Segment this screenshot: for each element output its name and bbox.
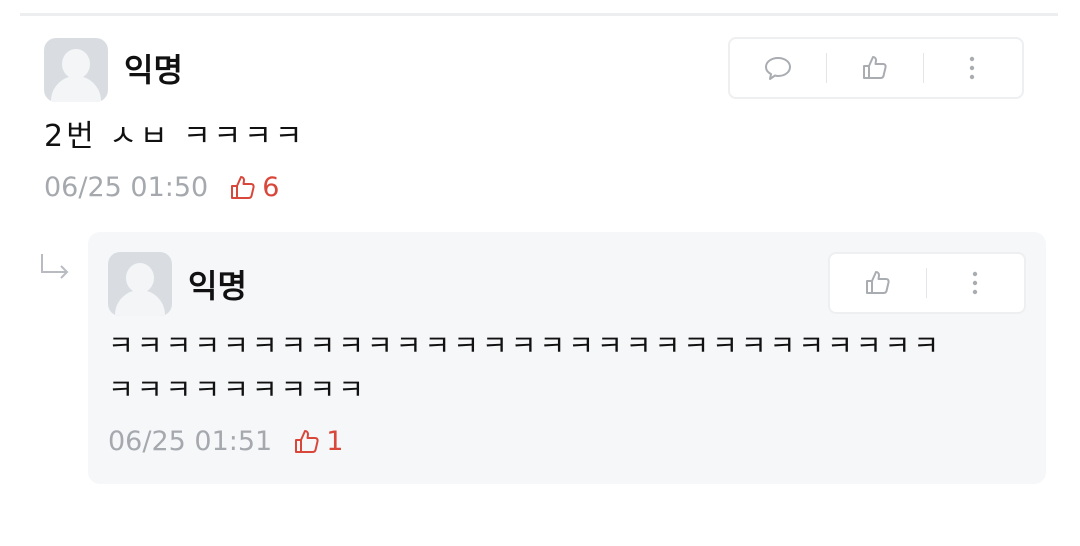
comment-meta: 06/25 01:50 6 [44,172,279,203]
like-button[interactable] [830,254,926,312]
comment-actions [728,37,1024,99]
avatar-shoulders [115,290,165,316]
like-count-value: 1 [326,426,344,457]
like-button[interactable] [827,39,923,97]
comment-author[interactable]: 익명 [124,52,183,88]
reply-button[interactable] [730,39,826,97]
reply-body-line2: ㅋㅋㅋㅋㅋㅋㅋㅋㅋ [108,373,367,406]
reply-like-count: 1 [292,426,343,457]
avatar[interactable] [44,38,108,102]
thumbs-up-icon [231,175,255,199]
avatar-icon [62,49,90,79]
more-vertical-icon [972,271,978,295]
avatar-icon [126,263,154,293]
reply-meta: 06/25 01:51 1 [108,426,343,457]
avatar[interactable] [108,252,172,316]
reply-body-line1: ㅋㅋㅋㅋㅋㅋㅋㅋㅋㅋㅋㅋㅋㅋㅋㅋㅋㅋㅋㅋㅋㅋㅋㅋㅋㅋㅋㅋㅋ [108,329,943,362]
thumbs-up-icon [863,56,887,79]
thumbs-up-icon [295,429,319,453]
comment-timestamp: 06/25 01:50 [44,172,209,203]
reply-arrow-icon [41,254,69,279]
avatar-shoulders [51,76,101,102]
like-count-value: 6 [262,172,280,203]
more-vertical-icon [969,56,975,80]
thumbs-up-icon [866,271,890,294]
reply-actions [828,252,1026,314]
reply-author[interactable]: 익명 [188,268,247,304]
reply-timestamp: 06/25 01:51 [108,426,273,457]
more-button[interactable] [924,39,1020,97]
reply: 익명 ㅋㅋㅋㅋㅋㅋㅋㅋㅋㅋㅋㅋㅋㅋㅋㅋㅋㅋㅋㅋㅋㅋㅋㅋㅋㅋㅋㅋㅋ ㅋㅋㅋㅋㅋㅋㅋ… [88,232,1046,484]
more-button[interactable] [927,254,1023,312]
reply-icon [765,57,791,80]
comment-like-count: 6 [228,172,279,203]
comment-body: 2번 ㅅㅂ ㅋㅋㅋㅋ [44,119,306,154]
